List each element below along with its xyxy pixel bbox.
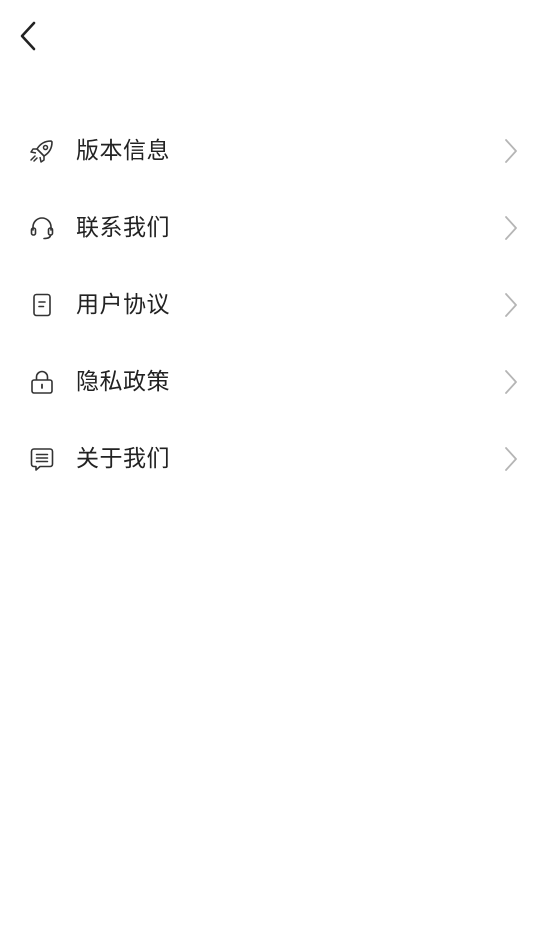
menu-item-agreement[interactable]: 用户协议 — [0, 266, 540, 343]
message-icon — [29, 446, 55, 472]
document-icon — [29, 292, 55, 318]
settings-menu: 版本信息 联系我们 用户协议 隐私政策 关于我们 — [0, 112, 540, 497]
chevron-right-icon — [504, 446, 518, 472]
back-button[interactable] — [18, 14, 58, 58]
menu-item-label: 版本信息 — [76, 137, 170, 164]
menu-item-label: 关于我们 — [76, 445, 170, 472]
chevron-right-icon — [504, 369, 518, 395]
chevron-right-icon — [504, 292, 518, 318]
headset-icon — [29, 215, 55, 241]
menu-item-label: 用户协议 — [76, 291, 170, 318]
chevron-right-icon — [504, 138, 518, 164]
menu-item-privacy[interactable]: 隐私政策 — [0, 343, 540, 420]
chevron-left-icon — [18, 20, 38, 52]
chevron-right-icon — [504, 215, 518, 241]
menu-item-label: 隐私政策 — [76, 368, 170, 395]
menu-item-about[interactable]: 关于我们 — [0, 420, 540, 497]
menu-item-contact[interactable]: 联系我们 — [0, 189, 540, 266]
menu-item-label: 联系我们 — [76, 214, 170, 241]
rocket-icon — [29, 138, 55, 164]
lock-icon — [29, 369, 55, 395]
menu-item-version[interactable]: 版本信息 — [0, 112, 540, 189]
